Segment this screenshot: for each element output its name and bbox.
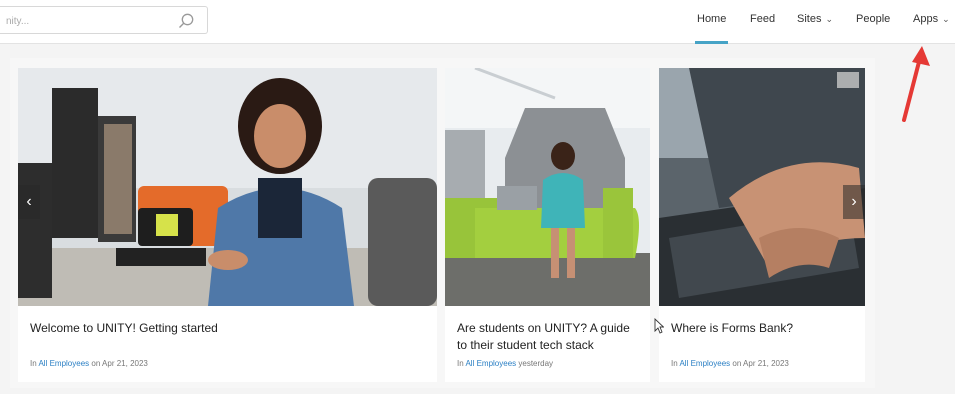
annotation-arrow-icon <box>902 46 930 122</box>
card-title[interactable]: Where is Forms Bank? <box>671 320 853 337</box>
chevron-left-icon[interactable]: ‹ <box>18 185 40 219</box>
card-image <box>659 68 865 306</box>
nav-apps-label: Apps <box>913 13 939 25</box>
site-link[interactable]: All Employees <box>679 359 730 368</box>
meta-prefix: In <box>457 359 464 368</box>
nav-feed-label: Feed <box>750 13 776 25</box>
nav-apps[interactable]: Apps ⌄ <box>913 13 950 25</box>
meta-date: on Apr 21, 2023 <box>732 359 789 368</box>
card-meta: In All Employees yesterday <box>457 359 553 368</box>
nav-people-label: People <box>856 13 891 25</box>
nav-sites[interactable]: Sites ⌄ <box>797 13 833 25</box>
chevron-right-icon[interactable]: › <box>843 185 865 219</box>
nav-sites-label: Sites <box>797 13 822 25</box>
nav-home-label: Home <box>697 13 727 25</box>
search-box <box>0 6 208 34</box>
card-title[interactable]: Welcome to UNITY! Getting started <box>30 320 425 337</box>
nav-people[interactable]: People <box>856 13 890 25</box>
news-card[interactable]: Are students on UNITY? A guide to their … <box>445 68 650 382</box>
chevron-down-icon: ⌄ <box>942 14 950 24</box>
card-meta: In All Employees on Apr 21, 2023 <box>30 359 148 368</box>
meta-prefix: In <box>671 359 678 368</box>
search-icon[interactable] <box>177 12 195 30</box>
nav-home[interactable]: Home <box>697 13 726 25</box>
meta-date: yesterday <box>518 359 554 368</box>
card-title[interactable]: Are students on UNITY? A guide to their … <box>457 320 638 354</box>
news-card[interactable]: ‹ Welcome to UNITY! Getting started In A… <box>18 68 437 382</box>
card-image <box>18 68 437 306</box>
search-input[interactable] <box>6 11 166 31</box>
active-tab-indicator <box>695 41 728 44</box>
card-image <box>445 68 650 306</box>
site-link[interactable]: All Employees <box>465 359 516 368</box>
chevron-down-icon: ⌄ <box>825 14 834 24</box>
news-card[interactable]: › Where is Forms Bank? In All Employees … <box>659 68 865 382</box>
nav-feed[interactable]: Feed <box>750 13 775 25</box>
meta-prefix: In <box>30 359 37 368</box>
top-navigation-bar: Home Feed Sites⌄ People Apps⌄ <box>0 0 955 44</box>
site-link[interactable]: All Employees <box>38 359 89 368</box>
card-meta: In All Employees on Apr 21, 2023 <box>671 359 789 368</box>
mouse-cursor-icon <box>654 318 664 334</box>
meta-date: on Apr 21, 2023 <box>91 359 148 368</box>
